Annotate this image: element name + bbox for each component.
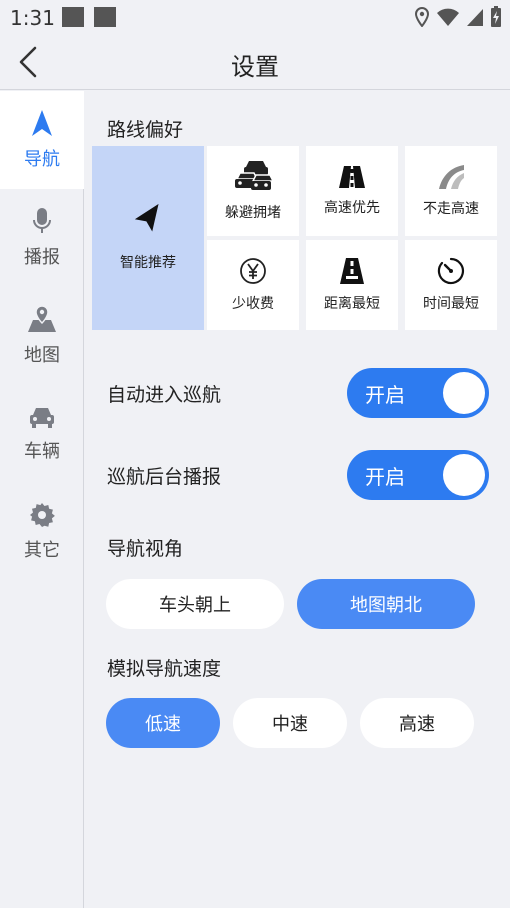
no-highway-icon	[439, 165, 464, 189]
toggle-knob	[443, 372, 485, 414]
toggle-text: 开启	[365, 465, 405, 489]
battery-icon	[491, 6, 501, 27]
route-option-label: 躲避拥堵	[225, 205, 281, 221]
speed-low-button[interactable]: 低速	[106, 698, 220, 748]
sidebar-item-map[interactable]: 地图	[0, 287, 84, 385]
app-header: 设置	[0, 34, 510, 90]
route-option-label: 距离最短	[324, 296, 380, 312]
route-option-avoid-congestion[interactable]: 躲避拥堵	[207, 146, 299, 236]
speed-high-button[interactable]: 高速	[360, 698, 474, 748]
map-pin-icon	[28, 305, 56, 332]
view-north-up-button[interactable]: 地图朝北	[297, 579, 475, 629]
status-icons	[414, 6, 502, 28]
cruise-background-row: 巡航后台播报 开启	[107, 450, 489, 500]
speed-medium-button[interactable]: 中速	[233, 698, 347, 748]
nav-view-title: 导航视角	[107, 538, 184, 560]
auto-cruise-toggle[interactable]: 开启	[347, 368, 489, 418]
route-option-avoid-highway[interactable]: 不走高速	[405, 146, 497, 236]
sidebar-item-broadcast[interactable]: 播报	[0, 189, 84, 287]
route-option-label: 时间最短	[423, 296, 479, 312]
sidebar: 导航 播报 地图 车辆 其它	[0, 91, 84, 908]
navigation-arrow-icon	[32, 110, 52, 136]
auto-cruise-label: 自动进入巡航	[107, 384, 222, 406]
wifi-icon	[437, 8, 459, 26]
route-option-label: 智能推荐	[120, 255, 176, 271]
road-distance-icon	[340, 258, 364, 284]
sidebar-item-label: 车辆	[24, 441, 60, 462]
sidebar-item-navigation[interactable]: 导航	[0, 91, 84, 189]
status-bar: 1:31	[0, 0, 510, 34]
route-preference-title: 路线偏好	[107, 119, 184, 141]
page-title: 设置	[231, 53, 279, 81]
route-option-shortest-time[interactable]: 时间最短	[405, 240, 497, 330]
highway-icon	[339, 166, 365, 188]
sidebar-item-label: 导航	[24, 149, 60, 170]
sidebar-item-other[interactable]: 其它	[0, 483, 84, 581]
route-option-label: 少收费	[232, 296, 274, 312]
gear-icon	[30, 503, 55, 527]
yen-coin-icon	[240, 258, 266, 284]
sidebar-item-vehicle[interactable]: 车辆	[0, 385, 84, 483]
route-option-label: 不走高速	[423, 201, 479, 217]
sidebar-item-label: 其它	[24, 540, 60, 561]
sim-speed-title: 模拟导航速度	[107, 658, 222, 680]
sidebar-item-label: 播报	[24, 247, 60, 268]
settings-panel: 路线偏好 智能推荐 躲避拥堵 高速优先 不走高速 少收费 距离最短 时间最短 自…	[85, 91, 510, 908]
navigation-cursor-icon	[134, 204, 159, 232]
traffic-cars-icon	[235, 161, 272, 190]
notification-icon	[94, 7, 116, 27]
car-icon	[30, 408, 54, 428]
location-icon	[414, 7, 430, 27]
view-heading-up-button[interactable]: 车头朝上	[106, 579, 284, 629]
route-option-highway-first[interactable]: 高速优先	[306, 146, 398, 236]
microphone-icon	[33, 208, 51, 233]
cruise-background-label: 巡航后台播报	[107, 466, 222, 488]
route-option-smart[interactable]: 智能推荐	[92, 146, 204, 330]
sidebar-item-label: 地图	[24, 345, 60, 366]
signal-icon	[467, 9, 483, 26]
toggle-knob	[443, 454, 485, 496]
auto-cruise-row: 自动进入巡航 开启	[107, 368, 489, 418]
route-option-shortest-distance[interactable]: 距离最短	[306, 240, 398, 330]
status-time: 1:31	[10, 6, 55, 30]
route-option-less-toll[interactable]: 少收费	[207, 240, 299, 330]
route-option-label: 高速优先	[324, 200, 380, 216]
timer-icon	[437, 257, 464, 285]
toggle-text: 开启	[365, 383, 405, 407]
cruise-background-toggle[interactable]: 开启	[347, 450, 489, 500]
route-preference-grid: 智能推荐 躲避拥堵 高速优先 不走高速 少收费 距离最短 时间最短	[92, 146, 497, 330]
notification-icon	[62, 7, 84, 27]
